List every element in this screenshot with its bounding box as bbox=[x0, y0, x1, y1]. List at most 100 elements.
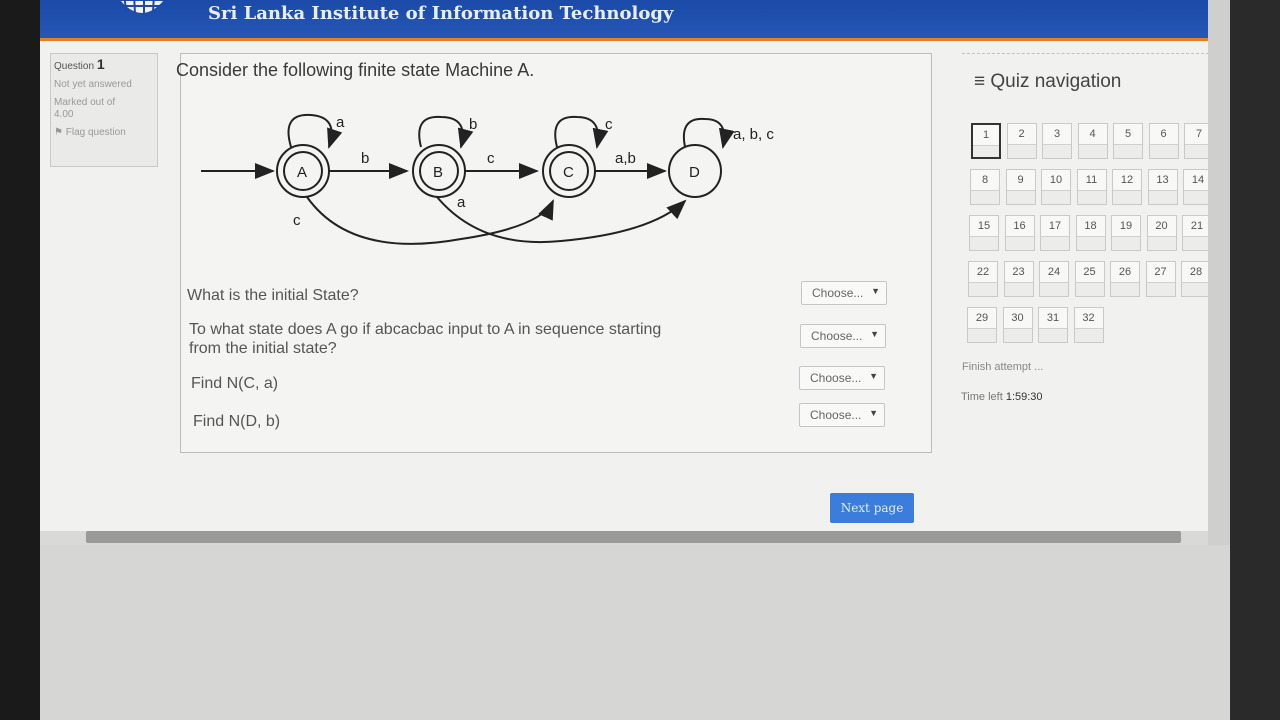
screen-bezel-right bbox=[1230, 0, 1280, 720]
quiz-nav-button-3[interactable]: 3 bbox=[1042, 123, 1072, 159]
quiz-nav-button-25[interactable]: 25 bbox=[1074, 261, 1105, 297]
quiz-nav-button-label: 5 bbox=[1114, 124, 1142, 145]
loop-c-label: c bbox=[605, 116, 613, 133]
empty-page-area bbox=[40, 545, 1230, 720]
state-c-label: C bbox=[563, 164, 574, 181]
quiz-nav-button-label: 2 bbox=[1007, 124, 1036, 145]
quiz-nav-button-label: 21 bbox=[1183, 216, 1211, 237]
quiz-nav-button-1[interactable]: 1 bbox=[971, 123, 1001, 159]
quiz-nav-button-19[interactable]: 19 bbox=[1111, 215, 1141, 251]
edge-ac-label: c bbox=[293, 212, 301, 229]
quiz-nav-button-11[interactable]: 11 bbox=[1076, 169, 1107, 205]
quiz-nav-button-label: 12 bbox=[1113, 170, 1141, 191]
edge-bc-label: c bbox=[487, 150, 495, 167]
dropdown-arrow-icon: ▼ bbox=[869, 371, 878, 381]
quiz-nav-button-2[interactable]: 2 bbox=[1006, 123, 1037, 159]
quiz-nav-button-24[interactable]: 24 bbox=[1039, 261, 1069, 297]
quiz-nav-button-label: 32 bbox=[1074, 308, 1103, 329]
question-box: Consider the following finite state Mach… bbox=[176, 53, 932, 453]
quiz-nav-button-4[interactable]: 4 bbox=[1077, 123, 1108, 159]
quiz-nav-button-31[interactable]: 31 bbox=[1038, 307, 1068, 343]
quiz-nav-button-12[interactable]: 12 bbox=[1112, 169, 1142, 205]
dropdown-arrow-icon: ▼ bbox=[870, 329, 879, 339]
quiz-nav-button-10[interactable]: 10 bbox=[1041, 169, 1071, 205]
quiz-nav-button-label: 24 bbox=[1040, 262, 1068, 283]
quiz-nav-button-18[interactable]: 18 bbox=[1075, 215, 1106, 251]
quiz-nav-button-label: 20 bbox=[1147, 216, 1176, 237]
quiz-nav-button-label: 26 bbox=[1111, 262, 1139, 283]
quiz-nav-button-label: 6 bbox=[1149, 124, 1178, 145]
subquestion-n-d-b: Find N(D, b) bbox=[193, 413, 281, 430]
site-title: Sri Lanka Institute of Information Techn… bbox=[208, 3, 674, 24]
quiz-nav-button-label: 29 bbox=[968, 308, 996, 329]
dropdown-arrow-icon: ▼ bbox=[871, 286, 880, 296]
n-c-a-select[interactable]: Choose... ▼ bbox=[799, 366, 885, 390]
quiz-nav-button-29[interactable]: 29 bbox=[967, 307, 997, 343]
state-d-label: D bbox=[689, 164, 700, 181]
quiz-nav-button-6[interactable]: 6 bbox=[1148, 123, 1179, 159]
quiz-nav-button-27[interactable]: 27 bbox=[1145, 261, 1176, 297]
next-page-button[interactable]: Next page bbox=[830, 493, 914, 523]
state-b-label: B bbox=[433, 164, 443, 181]
hamburger-icon: ≡ bbox=[974, 71, 986, 92]
question-info-panel: Question 1 Not yet answered Marked out o… bbox=[50, 53, 158, 167]
loop-a-label: a bbox=[336, 114, 345, 131]
quiz-nav-button-8[interactable]: 8 bbox=[970, 169, 1000, 205]
quiz-nav-button-17[interactable]: 17 bbox=[1040, 215, 1070, 251]
question-text: Consider the following finite state Mach… bbox=[176, 60, 535, 80]
edge-ab-label: b bbox=[361, 150, 369, 167]
flag-icon: ⚑ bbox=[54, 127, 63, 138]
quiz-nav-button-23[interactable]: 23 bbox=[1003, 261, 1034, 297]
quiz-nav-button-label: 31 bbox=[1039, 308, 1067, 329]
page-scrollbar-track[interactable] bbox=[1208, 0, 1230, 560]
quiz-nav-button-26[interactable]: 26 bbox=[1110, 261, 1140, 297]
quiz-nav-button-label: 8 bbox=[971, 170, 999, 191]
quiz-nav-button-label: 13 bbox=[1148, 170, 1177, 191]
screen-bezel-left bbox=[0, 0, 40, 720]
quiz-nav-button-label: 16 bbox=[1005, 216, 1034, 237]
question-status: Not yet answered bbox=[54, 79, 132, 90]
quiz-nav-button-label: 23 bbox=[1004, 262, 1033, 283]
quiz-nav-button-15[interactable]: 15 bbox=[969, 215, 999, 251]
quiz-nav-button-label: 11 bbox=[1077, 170, 1106, 191]
quiz-nav-button-22[interactable]: 22 bbox=[968, 261, 998, 297]
quiz-nav-button-13[interactable]: 13 bbox=[1147, 169, 1178, 205]
quiz-nav-button-20[interactable]: 20 bbox=[1146, 215, 1177, 251]
edge-bd-label: a bbox=[457, 194, 466, 211]
site-header: Sri Lanka Institute of Information Techn… bbox=[40, 0, 1228, 41]
state-machine-diagram: A B C D a b c a, b, c b c a,b c a bbox=[201, 113, 774, 245]
quiz-nav-button-label: 25 bbox=[1075, 262, 1104, 283]
quiz-nav-button-9[interactable]: 9 bbox=[1005, 169, 1036, 205]
n-d-b-select[interactable]: Choose... ▼ bbox=[799, 403, 885, 427]
loop-d-label: a, b, c bbox=[733, 126, 774, 143]
quiz-nav-button-16[interactable]: 16 bbox=[1004, 215, 1035, 251]
initial-state-select[interactable]: Choose... ▼ bbox=[801, 281, 887, 305]
subquestion-n-c-a: Find N(C, a) bbox=[191, 375, 279, 392]
loop-b-label: b bbox=[469, 116, 477, 133]
quiz-nav-button-label: 9 bbox=[1006, 170, 1035, 191]
subquestion-input-sequence: To what state does A go if abcacbac inpu… bbox=[189, 321, 662, 357]
edge-cd-label: a,b bbox=[615, 150, 636, 167]
quiz-nav-button-32[interactable]: 32 bbox=[1073, 307, 1104, 343]
quiz-nav-button-label: 3 bbox=[1043, 124, 1071, 145]
quiz-nav-button-30[interactable]: 30 bbox=[1002, 307, 1033, 343]
quiz-navigation-title: ≡ Quiz navigation bbox=[974, 71, 1122, 92]
quiz-nav-button-label: 28 bbox=[1182, 262, 1210, 283]
quiz-nav-button-label: 18 bbox=[1076, 216, 1105, 237]
quiz-nav-button-label: 30 bbox=[1003, 308, 1032, 329]
input-sequence-select[interactable]: Choose... ▼ bbox=[800, 324, 886, 348]
quiz-page: Question 1 Not yet answered Marked out o… bbox=[40, 41, 1228, 531]
quiz-nav-button-label: 1 bbox=[973, 125, 999, 146]
flag-question-link[interactable]: ⚑ Flag question bbox=[54, 127, 154, 139]
subquestion-initial-state: What is the initial State? bbox=[187, 287, 359, 304]
question-mark: Marked out of 4.00 bbox=[54, 97, 116, 120]
quiz-nav-button-label: 4 bbox=[1078, 124, 1107, 145]
horizontal-scrollbar[interactable] bbox=[86, 531, 1181, 543]
question-number: Question 1 bbox=[54, 56, 105, 72]
nav-divider bbox=[962, 53, 1224, 54]
institute-logo-icon bbox=[118, 0, 166, 15]
finish-attempt-link[interactable]: Finish attempt ... bbox=[962, 361, 1043, 373]
quiz-nav-button-label: 17 bbox=[1041, 216, 1069, 237]
quiz-nav-button-5[interactable]: 5 bbox=[1113, 123, 1143, 159]
quiz-nav-button-28[interactable]: 28 bbox=[1181, 261, 1211, 297]
